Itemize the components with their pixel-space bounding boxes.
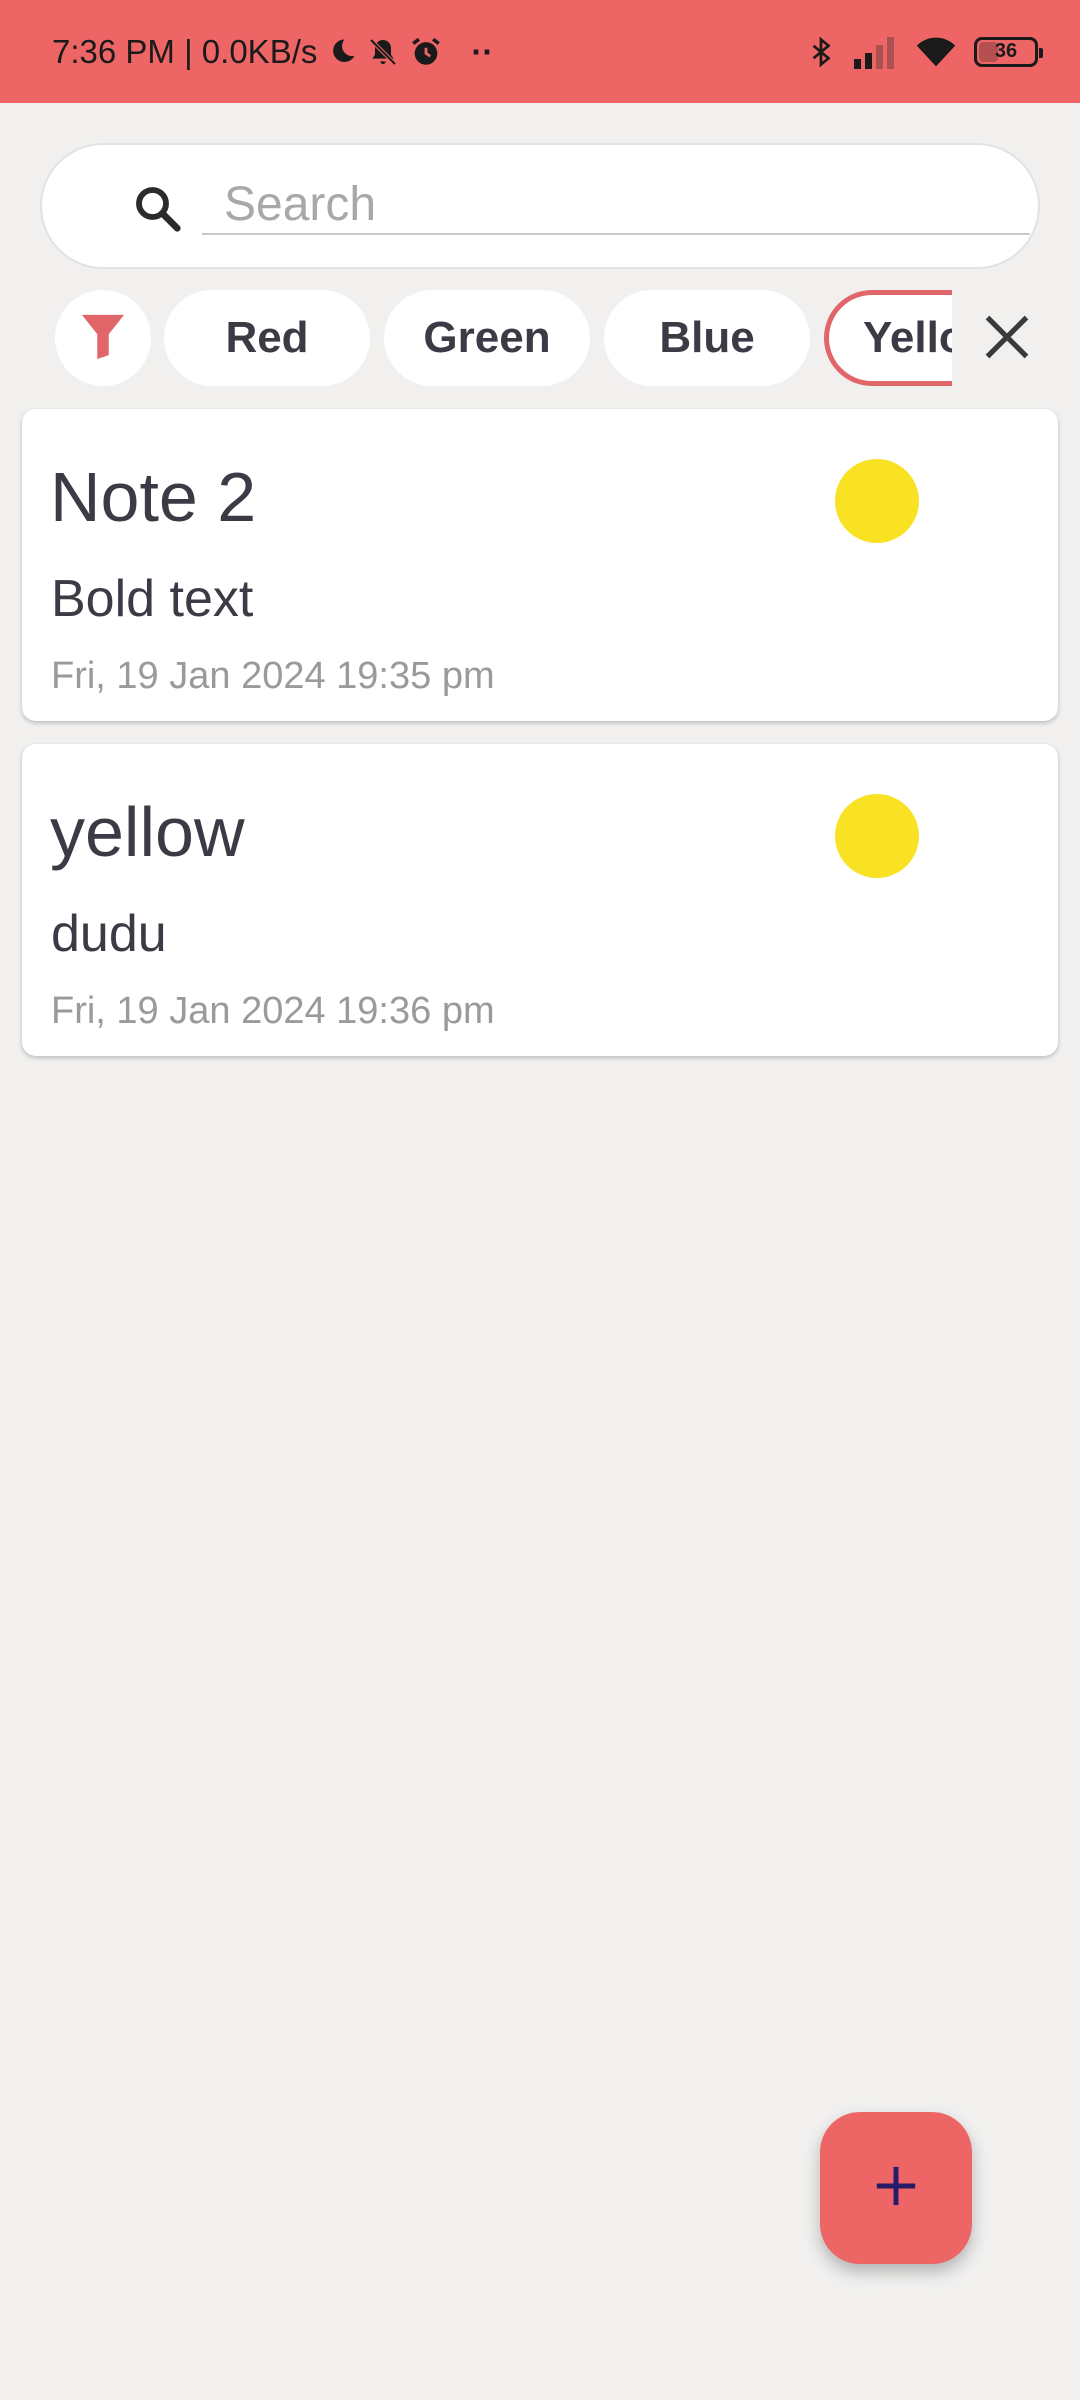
color-chip-list[interactable]: Red Green Blue Yellow bbox=[164, 287, 952, 387]
note-color-dot bbox=[835, 794, 919, 878]
funnel-icon bbox=[80, 311, 126, 366]
search-icon bbox=[130, 181, 184, 240]
status-bar: 7:36 PM | 0.0KB/s ·· 36 bbox=[0, 0, 1080, 103]
alarm-icon bbox=[409, 35, 443, 69]
bluetooth-icon bbox=[806, 34, 836, 70]
status-overflow-dots: ·· bbox=[471, 32, 494, 70]
status-time-speed: 7:36 PM | 0.0KB/s bbox=[52, 32, 318, 70]
filter-button[interactable] bbox=[55, 290, 151, 386]
battery-icon: 36 bbox=[974, 36, 1043, 67]
note-body: dudu bbox=[51, 905, 167, 963]
chip-label: Green bbox=[423, 313, 551, 362]
chip-blue[interactable]: Blue bbox=[604, 290, 810, 386]
filter-row: Red Green Blue Yellow bbox=[0, 287, 1080, 387]
chip-yellow[interactable]: Yellow bbox=[824, 290, 952, 386]
status-left: 7:36 PM | 0.0KB/s ·· bbox=[52, 33, 493, 71]
chip-green[interactable]: Green bbox=[384, 290, 590, 386]
clear-filter-button[interactable] bbox=[975, 307, 1039, 371]
note-date: Fri, 19 Jan 2024 19:36 pm bbox=[51, 990, 495, 1032]
note-title: yellow bbox=[50, 793, 245, 871]
notifications-off-icon bbox=[367, 36, 399, 68]
search-bar[interactable] bbox=[40, 143, 1040, 269]
plus-icon bbox=[873, 2163, 919, 2214]
note-card[interactable]: yellow dudu Fri, 19 Jan 2024 19:36 pm bbox=[22, 744, 1058, 1056]
note-card[interactable]: Note 2 Bold text Fri, 19 Jan 2024 19:35 … bbox=[22, 409, 1058, 721]
search-input[interactable] bbox=[202, 175, 1030, 235]
chip-red[interactable]: Red bbox=[164, 290, 370, 386]
chip-label: Blue bbox=[659, 313, 755, 362]
add-note-button[interactable] bbox=[820, 2112, 972, 2264]
signal-icon bbox=[854, 35, 898, 69]
status-right: 36 bbox=[806, 34, 1043, 70]
moon-icon bbox=[327, 37, 357, 67]
close-icon bbox=[981, 311, 1033, 368]
note-date: Fri, 19 Jan 2024 19:35 pm bbox=[51, 655, 495, 697]
battery-level: 36 bbox=[994, 40, 1018, 62]
note-body: Bold text bbox=[51, 570, 254, 628]
wifi-icon bbox=[916, 36, 956, 68]
chip-label: Red bbox=[225, 313, 309, 362]
note-color-dot bbox=[835, 459, 919, 543]
chip-label: Yellow bbox=[863, 313, 952, 362]
note-title: Note 2 bbox=[50, 458, 257, 536]
